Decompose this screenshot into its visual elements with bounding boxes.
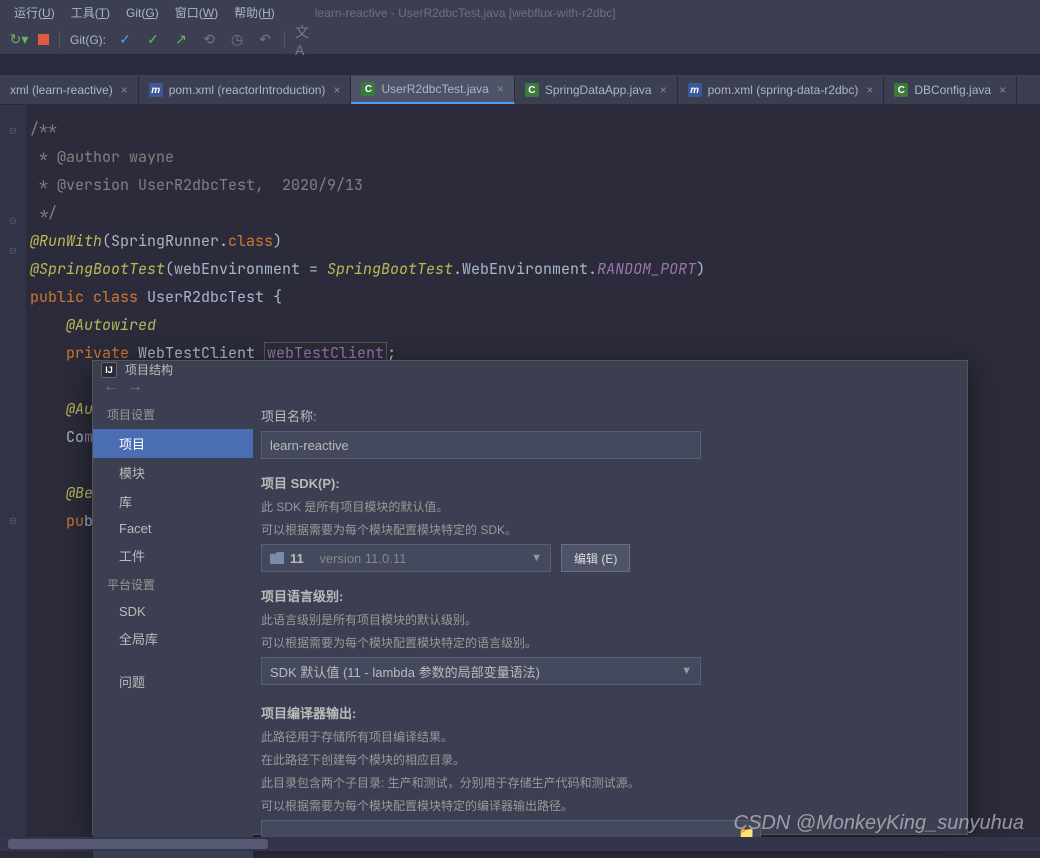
tab-springdataapp[interactable]: C SpringDataApp.java × xyxy=(515,76,678,104)
tab-label: xml (learn-reactive) xyxy=(10,83,113,97)
tab-pom-spring-data[interactable]: m pom.xml (spring-data-r2dbc) × xyxy=(678,76,885,104)
gutter: ⊖⊖⊖⊖ xyxy=(0,105,26,845)
dialog-title: 项目结构 xyxy=(125,361,173,378)
lang-hint: 可以根据需要为每个模块配置模块特定的语言级别。 xyxy=(261,634,947,653)
tab-label: pom.xml (spring-data-r2dbc) xyxy=(708,83,859,97)
folder-icon xyxy=(270,552,284,564)
editor-tab-bar: xml (learn-reactive) × m pom.xml (reactorI… xyxy=(0,75,1040,105)
menu-bar: 运行(U) 工具(T) Git(G) 窗口(W) 帮助(H) learn-rea… xyxy=(0,0,1040,25)
maven-icon: m xyxy=(688,83,702,97)
sidebar-section-platform-settings: 平台设置 xyxy=(93,570,253,599)
commit-icon[interactable]: ✓ xyxy=(144,31,162,49)
watermark: CSDN @MonkeyKing_sunyuhua xyxy=(734,812,1024,835)
sidebar-item-global-libs[interactable]: 全局库 xyxy=(93,624,253,653)
sidebar-item-modules[interactable]: 模块 xyxy=(93,458,253,487)
close-icon[interactable]: × xyxy=(497,82,504,96)
tab-pom-learn-reactive[interactable]: xml (learn-reactive) × xyxy=(0,76,139,104)
dialog-sidebar: 项目设置 项目 模块 库 Facet 工件 平台设置 SDK 全局库 问题 xyxy=(93,396,253,858)
horizontal-scrollbar[interactable] xyxy=(0,837,1040,851)
menu-run[interactable]: 运行(U) xyxy=(8,2,61,23)
close-icon[interactable]: × xyxy=(121,83,128,97)
language-level-label: 项目语言级别: xyxy=(261,586,947,605)
menu-git[interactable]: Git(G) xyxy=(120,4,165,22)
tab-label: UserR2dbcTest.java xyxy=(381,82,488,96)
intellij-icon: IJ xyxy=(101,362,117,378)
sidebar-item-facets[interactable]: Facet xyxy=(93,516,253,541)
git-label: Git(G): xyxy=(70,33,106,47)
java-class-icon: C xyxy=(361,82,375,96)
sdk-hint: 此 SDK 是所有项目模块的默认值。 xyxy=(261,498,947,517)
project-name-input[interactable] xyxy=(261,431,701,459)
sidebar-item-sdks[interactable]: SDK xyxy=(93,599,253,624)
stop-icon[interactable] xyxy=(38,34,49,45)
separator xyxy=(284,31,285,49)
clock-icon[interactable]: ◷ xyxy=(228,31,246,49)
forward-icon[interactable]: → xyxy=(127,378,143,396)
lang-hint: 此语言级别是所有项目模块的默认级别。 xyxy=(261,611,947,630)
out-hint: 此路径用于存储所有项目编译结果。 xyxy=(261,728,947,747)
sidebar-item-libraries[interactable]: 库 xyxy=(93,487,253,516)
tab-label: DBConfig.java xyxy=(914,83,991,97)
compiler-output-label: 项目编译器输出: xyxy=(261,703,947,722)
tab-userr2dbctest[interactable]: C UserR2dbcTest.java × xyxy=(351,76,514,104)
tab-label: pom.xml (reactorIntroduction) xyxy=(169,83,326,97)
sidebar-item-problems[interactable]: 问题 xyxy=(93,667,253,696)
dialog-title-bar[interactable]: IJ 项目结构 xyxy=(93,361,967,378)
rollback-icon[interactable]: ↶ xyxy=(256,31,274,49)
project-structure-dialog: IJ 项目结构 ← → 项目设置 项目 模块 库 Facet 工件 平台设置 S… xyxy=(92,360,968,835)
java-class-icon: C xyxy=(894,83,908,97)
language-level-select[interactable]: SDK 默认值 (11 - lambda 参数的局部变量语法) ▼ xyxy=(261,657,701,685)
project-sdk-label: 项目 SDK(P): xyxy=(261,473,947,492)
push-icon[interactable]: ↗ xyxy=(172,31,190,49)
close-icon[interactable]: × xyxy=(660,83,667,97)
toolbar: ↻▾ Git(G): ✓ ✓ ↗ ⟲ ◷ ↶ 文A xyxy=(0,25,1040,55)
translate-icon[interactable]: 文A xyxy=(295,31,313,49)
out-hint: 在此路径下创建每个模块的相应目录。 xyxy=(261,751,947,770)
window-title: learn-reactive - UserR2dbcTest.java [web… xyxy=(315,6,616,20)
maven-icon: m xyxy=(149,83,163,97)
tab-pom-reactor[interactable]: m pom.xml (reactorIntroduction) × xyxy=(139,76,352,104)
sdk-select[interactable]: 11 version 11.0.11 ▼ xyxy=(261,544,551,572)
sidebar-item-project[interactable]: 项目 xyxy=(93,429,253,458)
history-icon[interactable]: ⟲ xyxy=(200,31,218,49)
menu-help[interactable]: 帮助(H) xyxy=(228,2,281,23)
close-icon[interactable]: × xyxy=(333,83,340,97)
sdk-hint: 可以根据需要为每个模块配置模块特定的 SDK。 xyxy=(261,521,947,540)
project-name-label: 项目名称: xyxy=(261,406,947,425)
menu-tools[interactable]: 工具(T) xyxy=(65,2,116,23)
menu-window[interactable]: 窗口(W) xyxy=(169,2,224,23)
separator xyxy=(59,31,60,49)
back-icon[interactable]: ← xyxy=(103,378,119,396)
scrollbar-thumb[interactable] xyxy=(8,839,268,849)
close-icon[interactable]: × xyxy=(999,83,1006,97)
out-hint: 此目录包含两个子目录: 生产和测试，分别用于存储生产代码和测试源。 xyxy=(261,774,947,793)
sidebar-item-artifacts[interactable]: 工件 xyxy=(93,541,253,570)
edit-sdk-button[interactable]: 编辑 (E) xyxy=(561,544,630,572)
close-icon[interactable]: × xyxy=(866,83,873,97)
chevron-down-icon: ▼ xyxy=(681,665,692,677)
chevron-down-icon: ▼ xyxy=(531,552,542,564)
java-class-icon: C xyxy=(525,83,539,97)
run-dropdown-icon[interactable]: ↻▾ xyxy=(10,31,28,49)
update-icon[interactable]: ✓ xyxy=(116,31,134,49)
dialog-main: 项目名称: 项目 SDK(P): 此 SDK 是所有项目模块的默认值。 可以根据… xyxy=(253,396,967,858)
sidebar-section-project-settings: 项目设置 xyxy=(93,400,253,429)
tab-dbconfig[interactable]: C DBConfig.java × xyxy=(884,76,1017,104)
dialog-nav: ← → xyxy=(93,378,967,396)
tab-label: SpringDataApp.java xyxy=(545,83,652,97)
